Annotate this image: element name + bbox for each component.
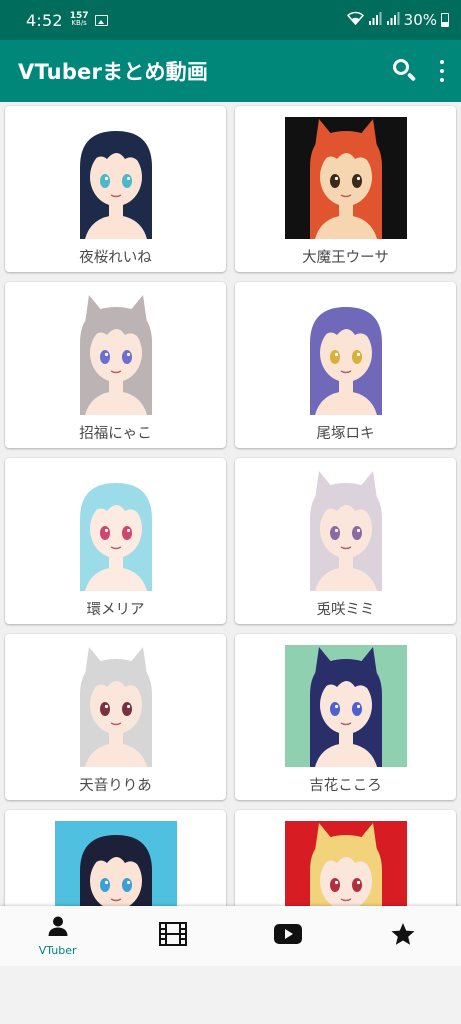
person-icon <box>47 915 69 941</box>
vtuber-thumbnail <box>284 117 407 239</box>
network-speed: 157 KB/s <box>70 12 89 27</box>
gallery-notification-icon <box>94 14 108 26</box>
app-title: VTuberまとめ動画 <box>18 60 209 84</box>
vtuber-card[interactable]: 環メリア <box>5 458 226 624</box>
vtuber-card[interactable]: 吉花こころ <box>235 634 456 800</box>
app-bar: VTuberまとめ動画 <box>0 40 461 102</box>
nav-vtuber-label: VTuber <box>38 944 77 957</box>
status-time: 4:52 <box>26 10 63 30</box>
wifi-icon <box>346 11 364 29</box>
signal-icon-2 <box>386 11 400 29</box>
vtuber-thumbnail <box>284 469 407 591</box>
status-bar: 4:52 157 KB/s 30% <box>0 0 461 40</box>
vtuber-thumbnail <box>284 821 407 906</box>
nav-vtuber[interactable]: VTuber <box>0 906 115 966</box>
youtube-icon <box>274 924 303 948</box>
vtuber-thumbnail <box>284 293 407 415</box>
vtuber-card[interactable]: 招福にゃこ <box>5 282 226 448</box>
star-icon <box>390 922 416 950</box>
search-icon[interactable] <box>391 57 419 85</box>
vtuber-card[interactable]: 大魔王ウーサ <box>235 106 456 272</box>
vtuber-card[interactable] <box>5 810 226 906</box>
vtuber-name: 大魔王ウーサ <box>302 250 389 266</box>
battery-percent: 30% <box>403 11 437 29</box>
vtuber-name: 環メリア <box>86 602 145 618</box>
vtuber-name: 兎咲ミミ <box>316 602 375 618</box>
vtuber-thumbnail <box>284 645 407 767</box>
bottom-navigation: VTuber <box>0 906 461 966</box>
nav-favorites[interactable] <box>346 906 461 966</box>
vtuber-card[interactable] <box>235 810 456 906</box>
nav-youtube[interactable] <box>231 906 346 966</box>
vtuber-thumbnail <box>54 293 177 415</box>
vtuber-name: 吉花こころ <box>309 778 382 794</box>
vtuber-thumbnail <box>54 469 177 591</box>
vtuber-thumbnail <box>54 645 177 767</box>
vtuber-card[interactable]: 尾塚ロキ <box>235 282 456 448</box>
vtuber-name: 天音りりあ <box>79 778 152 794</box>
vtuber-card[interactable]: 兎咲ミミ <box>235 458 456 624</box>
vtuber-name: 尾塚ロキ <box>316 426 375 442</box>
vtuber-card[interactable]: 夜桜れいね <box>5 106 226 272</box>
vtuber-name: 夜桜れいね <box>79 250 152 266</box>
film-icon <box>158 922 187 950</box>
vtuber-card[interactable]: 天音りりあ <box>5 634 226 800</box>
more-vert-icon[interactable] <box>437 60 447 82</box>
battery-icon <box>441 13 449 27</box>
signal-icon-1 <box>368 11 382 29</box>
vtuber-grid: 夜桜れいね 大魔王ウーサ招福にゃこ 尾塚ロキ環メリア 兎咲ミミ天音りりあ 吉花こころ <box>0 102 461 906</box>
network-speed-unit: KB/s <box>71 19 87 27</box>
screen-bottom-area <box>0 966 461 1024</box>
vtuber-thumbnail <box>54 821 177 906</box>
vtuber-thumbnail <box>54 117 177 239</box>
vtuber-name: 招福にゃこ <box>79 426 152 442</box>
nav-videos[interactable] <box>115 906 230 966</box>
